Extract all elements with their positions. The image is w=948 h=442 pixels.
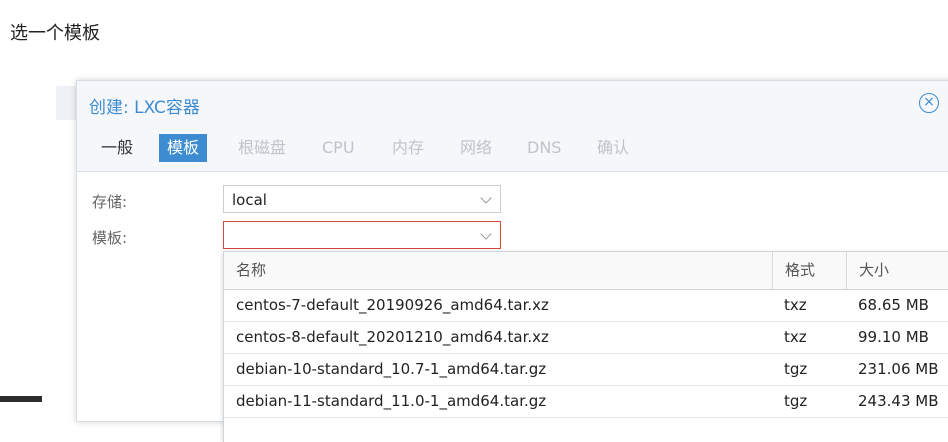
tab-network: 网络: [460, 138, 493, 157]
create-lxc-dialog: 创建: LXC容器 × 一般 模板 根磁盘 CPU 内存 网络 DNS 确认 存…: [76, 80, 948, 442]
row-format: tgz: [784, 360, 808, 378]
template-select[interactable]: [223, 221, 501, 249]
tab-template[interactable]: 模板: [159, 134, 208, 162]
row-format: txz: [784, 328, 807, 346]
table-row[interactable]: debian-11-standard_11.0-1_amd64.tar.gz t…: [224, 386, 948, 418]
row-size: 68.65 MB: [858, 296, 929, 314]
tab-root-disk: 根磁盘: [238, 138, 287, 157]
table-row[interactable]: debian-10-standard_10.7-1_amd64.tar.gz t…: [224, 354, 948, 386]
chevron-down-icon: [480, 228, 492, 240]
row-format: txz: [784, 296, 807, 314]
tab-confirm: 确认: [597, 138, 630, 157]
dialog-title: 创建: LXC容器: [89, 98, 200, 118]
table-row[interactable]: centos-7-default_20190926_amd64.tar.xz t…: [224, 290, 948, 322]
row-size: 231.06 MB: [858, 360, 939, 378]
storage-value: local: [232, 191, 267, 209]
chevron-down-icon: [480, 192, 492, 204]
table-header: 名称 格式 大小: [224, 252, 948, 290]
row-size: 99.10 MB: [858, 328, 929, 346]
template-label: 模板:: [92, 229, 128, 247]
tab-cpu: CPU: [322, 138, 355, 157]
page-caption: 选一个模板: [10, 23, 100, 44]
column-header-name[interactable]: 名称: [224, 252, 772, 289]
row-name: centos-8-default_20201210_amd64.tar.xz: [236, 328, 549, 346]
column-header-format[interactable]: 格式: [772, 252, 846, 289]
dialog-header: 创建: LXC容器 × 一般 模板 根磁盘 CPU 内存 网络 DNS 确认: [77, 81, 948, 172]
storage-select[interactable]: local: [223, 185, 501, 213]
table-row[interactable]: centos-8-default_20201210_amd64.tar.xz t…: [224, 322, 948, 354]
template-dropdown-list: 名称 格式 大小 centos-7-default_20190926_amd64…: [223, 251, 948, 442]
background-taskbar-fragment: [0, 396, 42, 402]
tab-memory: 内存: [392, 138, 425, 157]
storage-label: 存储:: [92, 193, 128, 211]
tab-general[interactable]: 一般: [101, 134, 133, 162]
row-name: debian-10-standard_10.7-1_amd64.tar.gz: [236, 360, 547, 378]
column-header-size[interactable]: 大小: [846, 252, 948, 289]
close-icon[interactable]: ×: [919, 93, 939, 113]
tab-dns: DNS: [527, 138, 562, 157]
row-name: centos-7-default_20190926_amd64.tar.xz: [236, 296, 549, 314]
